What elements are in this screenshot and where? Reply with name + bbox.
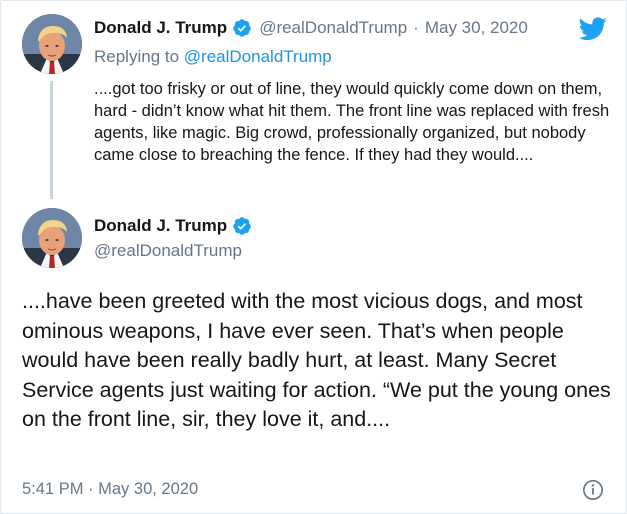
parent-author-avatar[interactable] — [22, 14, 82, 74]
replying-to-mention[interactable]: @realDonaldTrump — [184, 47, 332, 66]
verified-badge-icon — [233, 217, 251, 235]
parent-author-handle[interactable]: @realDonaldTrump — [259, 18, 407, 38]
replying-to-line: Replying to @realDonaldTrump — [94, 47, 332, 67]
parent-tweet-date[interactable]: May 30, 2020 — [425, 18, 528, 38]
tweet-date: May 30, 2020 — [98, 480, 199, 498]
parent-author-name[interactable]: Donald J. Trump — [94, 18, 227, 38]
main-tweet-text: ....have been greeted with the most vici… — [22, 289, 611, 431]
timestamp-separator: · — [88, 480, 94, 498]
main-author-avatar[interactable] — [22, 208, 82, 268]
tweet-embed-card: Donald J. Trump @realDonaldTrump · May 3… — [0, 0, 627, 514]
info-icon[interactable] — [582, 479, 604, 501]
tweet-time: 5:41 PM — [22, 480, 84, 498]
replying-to-label: Replying to — [94, 47, 180, 66]
parent-tweet-text: ....got too frisky or out of line, they … — [94, 80, 610, 164]
header-separator: · — [413, 18, 419, 37]
main-tweet-header: Donald J. Trump @realDonaldTrump — [94, 216, 252, 261]
thread-connector-line — [50, 81, 53, 199]
main-author-handle[interactable]: @realDonaldTrump — [94, 241, 252, 261]
twitter-bird-icon[interactable] — [579, 17, 607, 41]
parent-tweet-header: Donald J. Trump @realDonaldTrump · May 3… — [94, 18, 528, 38]
avatar-photo — [22, 14, 82, 74]
main-tweet-timestamp[interactable]: 5:41 PM · May 30, 2020 — [22, 480, 198, 499]
main-author-name[interactable]: Donald J. Trump — [94, 216, 227, 236]
avatar-photo — [22, 208, 82, 268]
verified-badge-icon — [233, 19, 251, 37]
